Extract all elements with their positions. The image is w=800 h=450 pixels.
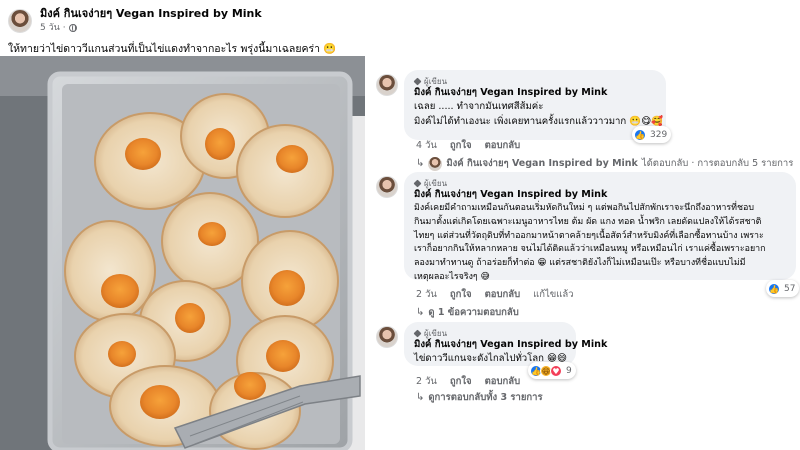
comment-text: มิงค์เคยมีคำถามเหมือนกันตอนเริ่มหัดกินให… <box>414 202 786 285</box>
comment-line: มิงค์ไม่ได้ทำเองนะ เพิ่งเคยทานครั้งแรกแล… <box>414 115 664 127</box>
reaction-summary[interactable]: 👍 😆 ♥ 9 <box>528 362 576 379</box>
like-reaction-icon: 👍 <box>634 128 646 141</box>
comment-author[interactable]: มิงค์ กินเจง่ายๆ Vegan Inspired by Mink <box>414 86 656 100</box>
reply-avatar <box>428 156 443 171</box>
author-badge: ผู้เขียน <box>413 76 656 86</box>
author-badge-icon <box>413 77 422 85</box>
reply-button[interactable]: ตอบกลับ <box>485 374 521 389</box>
comment-time[interactable]: 2 วัน <box>416 374 437 389</box>
reaction-count: 329 <box>650 129 668 140</box>
comment-actions: 2 วัน ถูกใจ ตอบกลับ แก้ไขแล้ว <box>416 287 574 302</box>
reaction-count: 9 <box>566 365 572 376</box>
reply-author: มิงค์ กินเจง่ายๆ Vegan Inspired by Mink <box>446 158 638 169</box>
tray-of-vegan-fried-eggs-icon <box>0 56 365 450</box>
post-meta: 5 วัน · <box>40 21 262 35</box>
author-avatar[interactable] <box>8 9 32 33</box>
comment-text: เฉลย ..... ทำจากมันเทศสีส้มค่ะ มิงค์ไม่ไ… <box>414 100 664 129</box>
meta-separator: · <box>62 23 66 33</box>
comment-author[interactable]: มิงค์ กินเจง่ายๆ Vegan Inspired by Mink <box>414 338 607 352</box>
comment-actions: 2 วัน ถูกใจ ตอบกลับ <box>416 374 520 389</box>
comment-bubble: ผู้เขียน มิงค์ กินเจง่ายๆ Vegan Inspired… <box>404 70 666 140</box>
reply-button[interactable]: ตอบกลับ <box>485 287 521 302</box>
comment-avatar[interactable] <box>376 74 398 96</box>
comment-avatar[interactable] <box>376 326 398 348</box>
comment-avatar[interactable] <box>376 176 398 198</box>
reply-summary-text: ดูการตอบกลับทั้ง 3 รายการ <box>428 392 543 403</box>
reply-arrow-icon: ↳ <box>416 307 425 318</box>
comment-line: ลองมาทำทานดู ถ้าอร่อยก็ทำต่อ 😁 แต่รสชาติ… <box>414 258 746 269</box>
reaction-summary[interactable]: 👍 57 <box>766 280 800 297</box>
comment-time[interactable]: 4 วัน <box>416 138 437 153</box>
reply-summary-text: ดู 1 ข้อความตอบกลับ <box>428 307 519 318</box>
like-button[interactable]: ถูกใจ <box>450 287 472 302</box>
reply-arrow-icon: ↳ <box>416 158 425 169</box>
author-badge: ผู้เขียน <box>413 328 566 338</box>
post-header-text: มิงค์ กินเจง่ายๆ Vegan Inspired by Mink … <box>40 7 262 35</box>
author-badge-icon <box>413 329 422 337</box>
post-caption: ให้ทายว่าไข่ดาววีแกนส่วนที่เป็นไข่แดงทำจ… <box>8 43 337 55</box>
post-author-name[interactable]: มิงค์ กินเจง่ายๆ Vegan Inspired by Mink <box>40 7 262 21</box>
like-reaction-icon: 👍 <box>768 282 780 295</box>
like-button[interactable]: ถูกใจ <box>450 138 472 153</box>
comment-line: กินมาตั้งแต่เกิดโดยเฉพาะเมนูอาหารไทย ต้ม… <box>414 216 762 227</box>
comment-bubble: ผู้เขียน มิงค์ กินเจง่ายๆ Vegan Inspired… <box>404 172 796 282</box>
reply-summary-text: ได้ตอบกลับ · การตอบกลับ 5 รายการ <box>641 158 794 169</box>
comment-line: ไทยๆ แต่ส่วนที่วัตถุดิบที่ทำออกมาหน้าตาค… <box>414 230 764 241</box>
comment-line: มิงค์เคยมีคำถามเหมือนกันตอนเริ่มหัดกินให… <box>414 203 755 213</box>
reaction-summary[interactable]: 👍 329 <box>632 126 672 143</box>
comment-line: เราก็อยากกินให้หลากหลาย จนไม่ได้ติดแล้วว… <box>414 244 766 255</box>
reply-arrow-icon: ↳ <box>416 392 425 403</box>
reply-button[interactable]: ตอบกลับ <box>485 138 521 153</box>
view-replies-link[interactable]: ↳ มิงค์ กินเจง่ายๆ Vegan Inspired by Min… <box>416 156 793 171</box>
post-photo[interactable] <box>0 56 365 450</box>
comment-author[interactable]: มิงค์ กินเจง่ายๆ Vegan Inspired by Mink <box>414 188 786 202</box>
edited-label: แก้ไขแล้ว <box>533 289 574 300</box>
comment-line: เฉลย ..... ทำจากมันเทศสีส้มค่ะ <box>414 101 544 112</box>
comment-bubble: ผู้เขียน มิงค์ กินเจง่ายๆ Vegan Inspired… <box>404 322 607 366</box>
reaction-count: 57 <box>784 283 796 294</box>
love-reaction-icon: ♥ <box>550 364 562 377</box>
author-badge-icon <box>413 179 422 187</box>
comment-actions: 4 วัน ถูกใจ ตอบกลับ <box>416 138 520 153</box>
post-header: มิงค์ กินเจง่ายๆ Vegan Inspired by Mink … <box>8 6 262 36</box>
like-button[interactable]: ถูกใจ <box>450 374 472 389</box>
author-badge: ผู้เขียน <box>413 178 786 188</box>
post-time[interactable]: 5 วัน <box>40 21 60 35</box>
view-replies-link[interactable]: ↳ ดู 1 ข้อความตอบกลับ <box>416 305 519 320</box>
comment-line: เหตุผลอะไรจริงๆ 😅 <box>414 271 490 282</box>
comment-time[interactable]: 2 วัน <box>416 287 437 302</box>
globe-icon <box>68 24 77 32</box>
view-replies-link[interactable]: ↳ ดูการตอบกลับทั้ง 3 รายการ <box>416 390 543 405</box>
